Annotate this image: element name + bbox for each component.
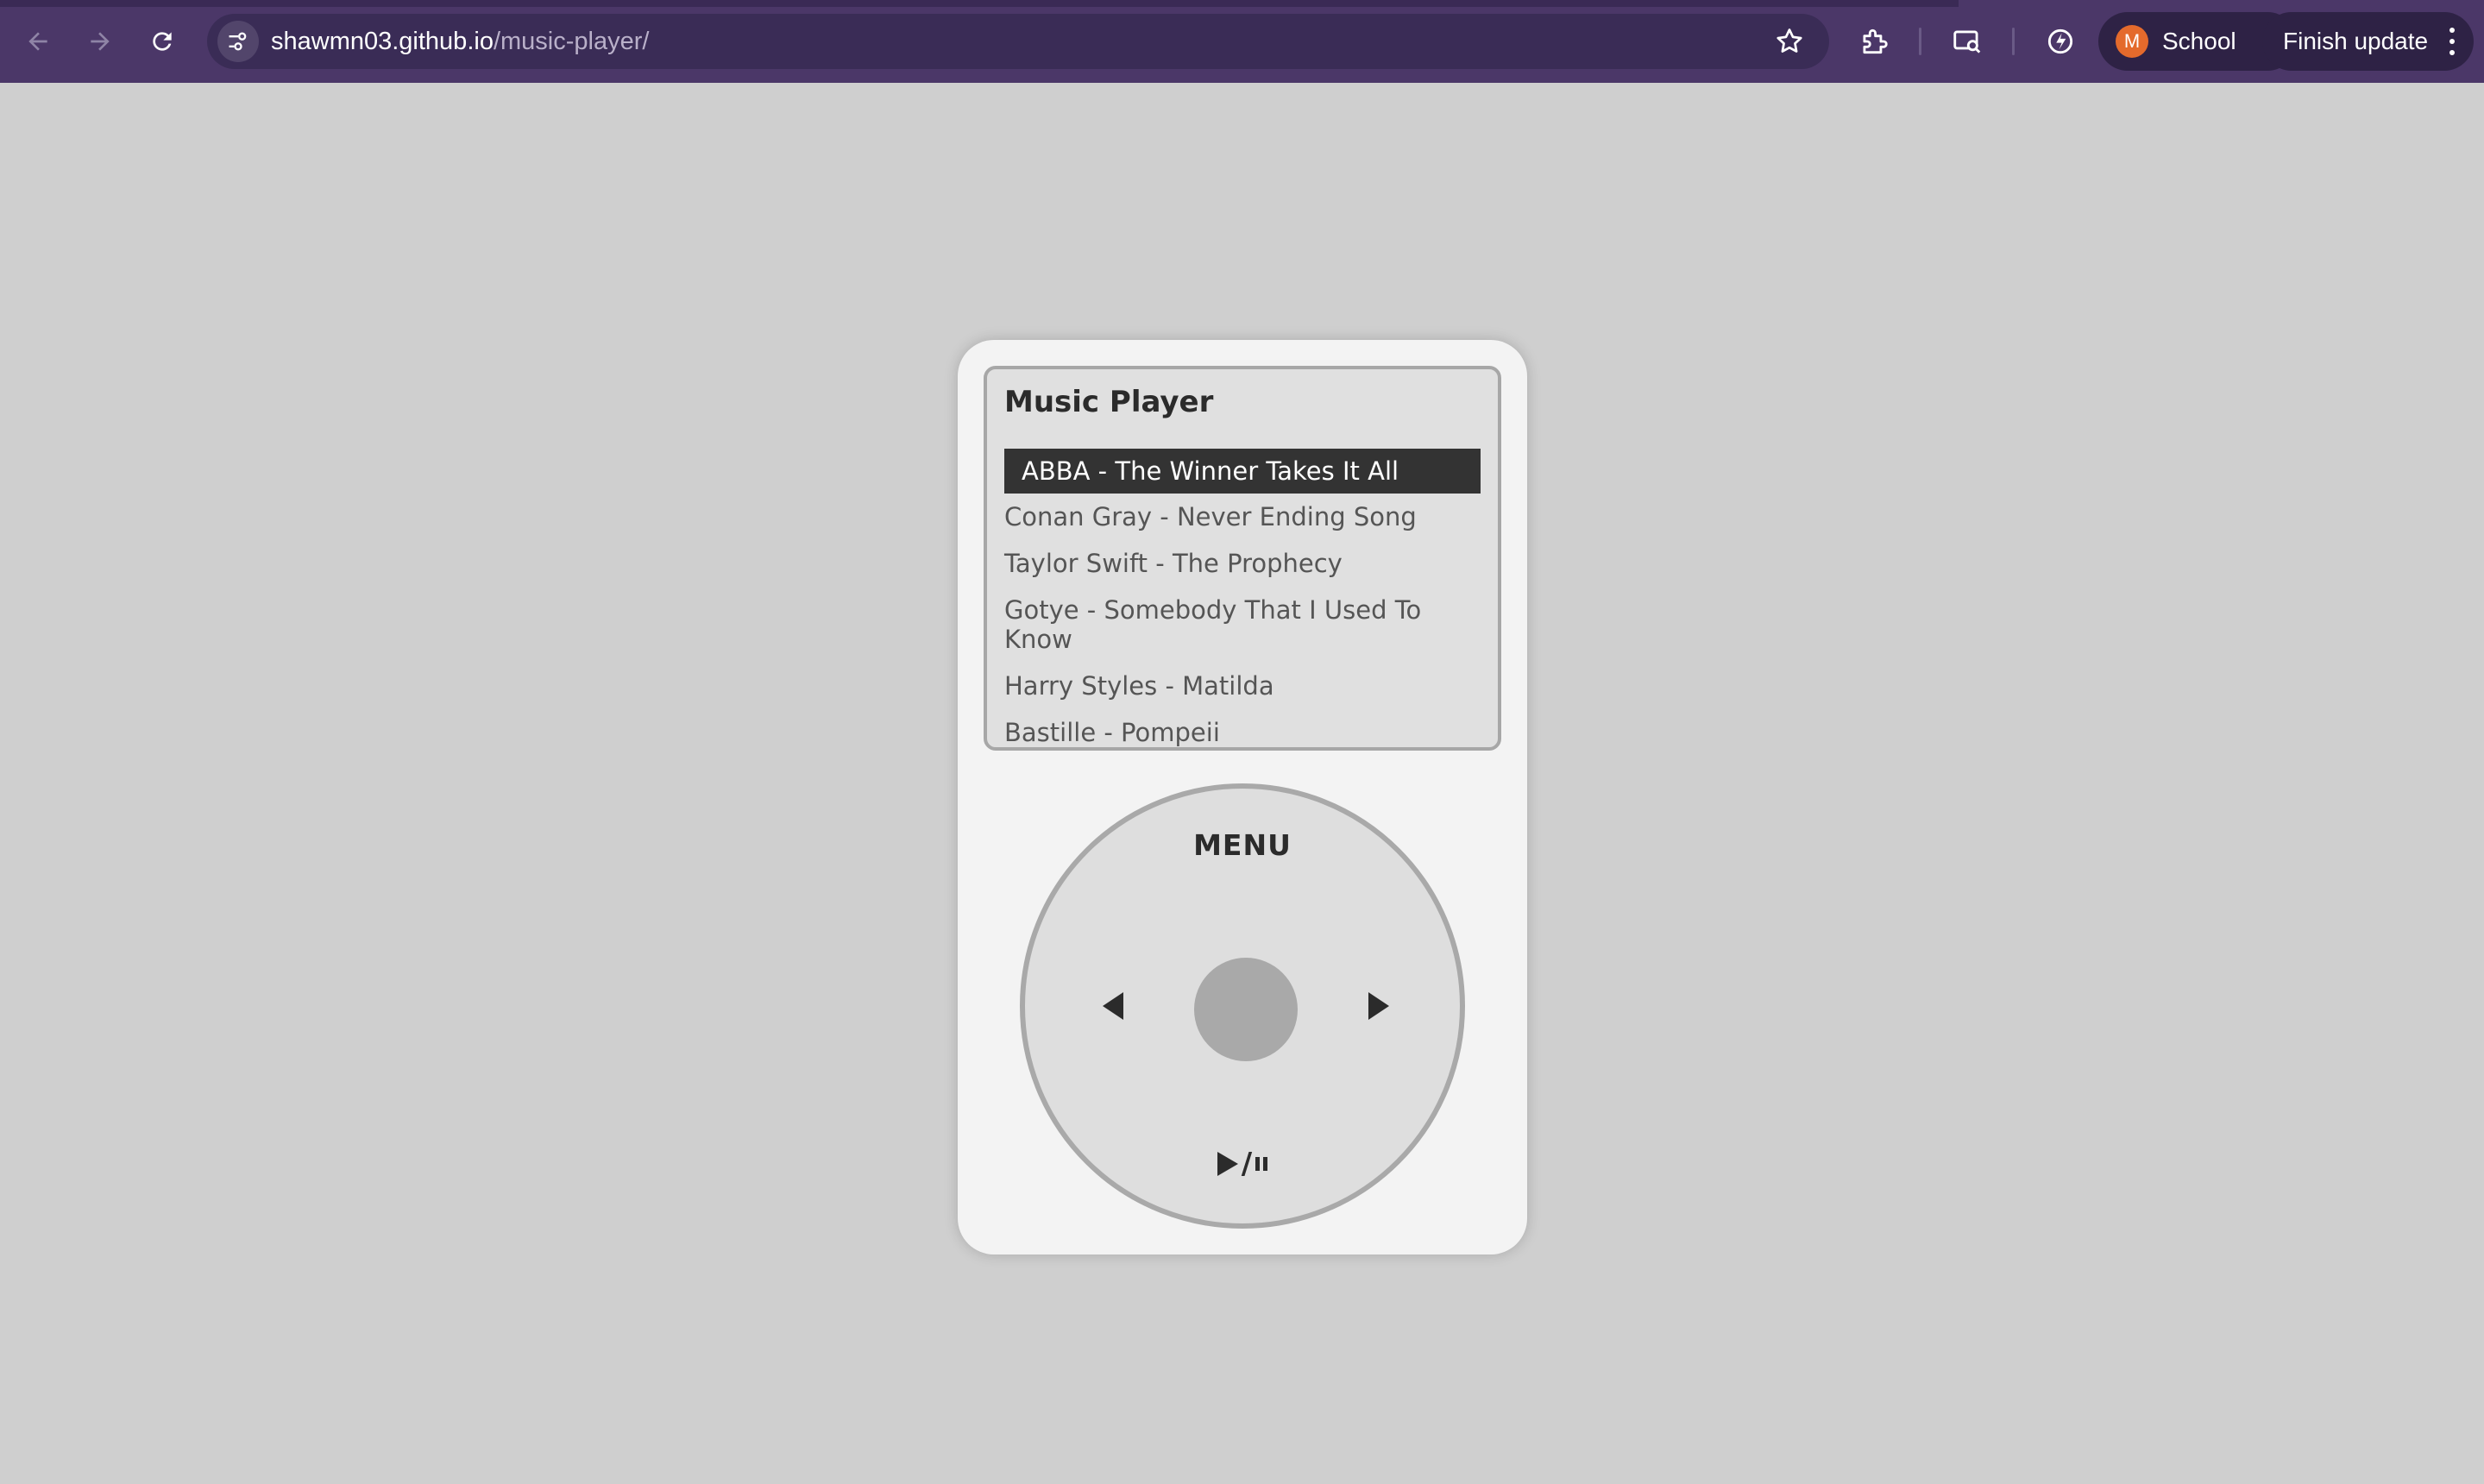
song-item[interactable]: Harry Styles - Matilda <box>1004 663 1481 709</box>
profile-label: School <box>2162 28 2236 54</box>
back-arrow-icon <box>28 32 47 51</box>
site-settings-button[interactable] <box>217 21 259 62</box>
performance-icon <box>2047 28 2073 54</box>
bookmark-star-icon[interactable] <box>1774 26 1805 57</box>
play-pause-button[interactable]: / <box>1025 1149 1460 1179</box>
browser-toolbar: shawmn03.github.io/music-player/ M Schoo… <box>0 0 2484 83</box>
url-text[interactable]: shawmn03.github.io/music-player/ <box>271 14 649 69</box>
pause-icon <box>1255 1157 1268 1171</box>
music-player-device: Music Player ABBA - The Winner Takes It … <box>958 340 1527 1254</box>
song-item-selected[interactable]: ABBA - The Winner Takes It All <box>1004 449 1481 494</box>
url-path: /music-player/ <box>493 28 650 55</box>
song-item[interactable]: Bastille - Pompeii <box>1004 709 1481 747</box>
finish-update-button[interactable]: Finish update <box>2262 12 2474 71</box>
forward-arrow-icon <box>91 32 110 51</box>
avatar: M <box>2116 25 2148 58</box>
screen-search-icon <box>1953 30 1981 53</box>
play-icon <box>1217 1152 1238 1176</box>
song-item[interactable]: Gotye - Somebody That I Used To Know <box>1004 587 1481 663</box>
play-pause-separator: / <box>1241 1147 1253 1181</box>
reload-icon <box>153 32 172 51</box>
previous-track-icon[interactable] <box>1103 992 1123 1020</box>
performance-button[interactable] <box>2041 22 2079 60</box>
next-track-icon[interactable] <box>1368 992 1389 1020</box>
center-select-button[interactable] <box>1194 958 1298 1061</box>
extensions-icon <box>1863 28 1888 54</box>
url-host: shawmn03.github.io <box>271 28 494 55</box>
screen-search-button[interactable] <box>1948 22 1986 60</box>
finish-update-label: Finish update <box>2283 28 2429 54</box>
song-list: ABBA - The Winner Takes It All Conan Gra… <box>1004 449 1481 747</box>
song-item[interactable]: Taylor Swift - The Prophecy <box>1004 540 1481 587</box>
address-bar[interactable]: shawmn03.github.io/music-player/ <box>207 14 1829 69</box>
player-title: Music Player <box>1004 385 1214 419</box>
tab-strip-edge <box>0 0 1959 7</box>
forward-button[interactable] <box>79 21 121 62</box>
player-screen: Music Player ABBA - The Winner Takes It … <box>984 366 1501 751</box>
reload-button[interactable] <box>141 21 183 62</box>
song-item[interactable]: Conan Gray - Never Ending Song <box>1004 494 1481 540</box>
click-wheel[interactable]: MENU / <box>1020 783 1465 1229</box>
toolbar-divider <box>2012 28 2015 55</box>
extensions-button[interactable] <box>1855 22 1893 60</box>
toolbar-divider <box>1919 28 1921 55</box>
site-settings-icon <box>229 32 247 51</box>
more-vert-icon[interactable] <box>2448 28 2456 55</box>
menu-button[interactable]: MENU <box>1025 828 1460 862</box>
back-button[interactable] <box>17 21 59 62</box>
